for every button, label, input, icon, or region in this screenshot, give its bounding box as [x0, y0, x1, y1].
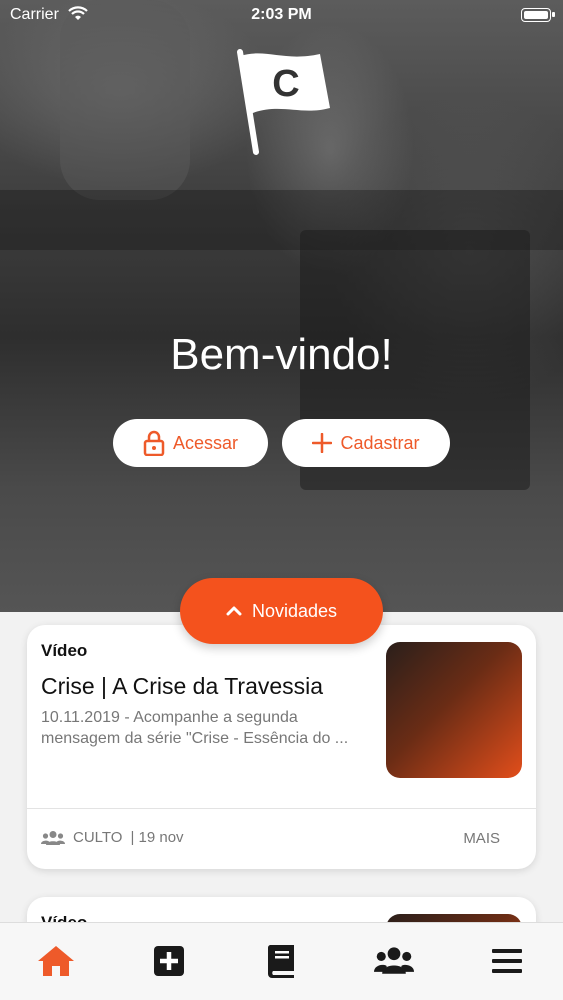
menu-icon [492, 949, 522, 973]
book-icon [267, 945, 294, 978]
users-icon [374, 947, 414, 974]
login-button[interactable]: Acessar [113, 419, 268, 467]
tab-menu[interactable] [487, 941, 527, 981]
plus-square-icon [154, 946, 184, 976]
welcome-heading: Bem-vindo! [170, 330, 393, 379]
clock: 2:03 PM [251, 6, 312, 23]
card-date: | 19 nov [130, 829, 184, 846]
news-button[interactable]: Novidades [180, 578, 383, 644]
tab-bar [0, 922, 563, 1000]
logo-letter: C [272, 63, 299, 105]
tab-add[interactable] [149, 941, 189, 981]
users-icon [41, 830, 65, 845]
signup-label: Cadastrar [340, 432, 420, 453]
home-icon [38, 946, 74, 976]
lock-icon [143, 430, 165, 456]
plus-icon [312, 433, 333, 453]
hero-banner: Carrier 2:03 PM C Bem-vindo! Acessar Cad… [0, 0, 563, 612]
card-meta: CULTO | 19 nov [41, 829, 184, 846]
flag-logo-icon: C [237, 49, 330, 155]
tab-community[interactable] [374, 941, 414, 981]
news-button-label: Novidades [251, 600, 338, 621]
login-label: Acessar [172, 432, 239, 453]
card-divider [27, 808, 536, 809]
chevron-up-icon [226, 606, 242, 616]
hero-background-shape [60, 0, 190, 200]
tab-home[interactable] [36, 941, 76, 981]
status-bar: Carrier 2:03 PM [0, 0, 563, 30]
card-thumbnail [386, 642, 522, 778]
card-type: Vídeo [41, 641, 88, 660]
battery-icon [521, 8, 555, 22]
news-card[interactable]: Vídeo Crise | A Crise da Travessia 10.11… [27, 625, 536, 869]
signup-button[interactable]: Cadastrar [282, 419, 450, 467]
card-category: CULTO [73, 829, 123, 846]
card-title: Crise | A Crise da Travessia [41, 673, 324, 699]
more-button[interactable]: MAIS [463, 830, 500, 847]
tab-book[interactable] [261, 941, 301, 981]
card-description: 10.11.2019 - Acompanhe a segunda mensage… [41, 709, 349, 747]
